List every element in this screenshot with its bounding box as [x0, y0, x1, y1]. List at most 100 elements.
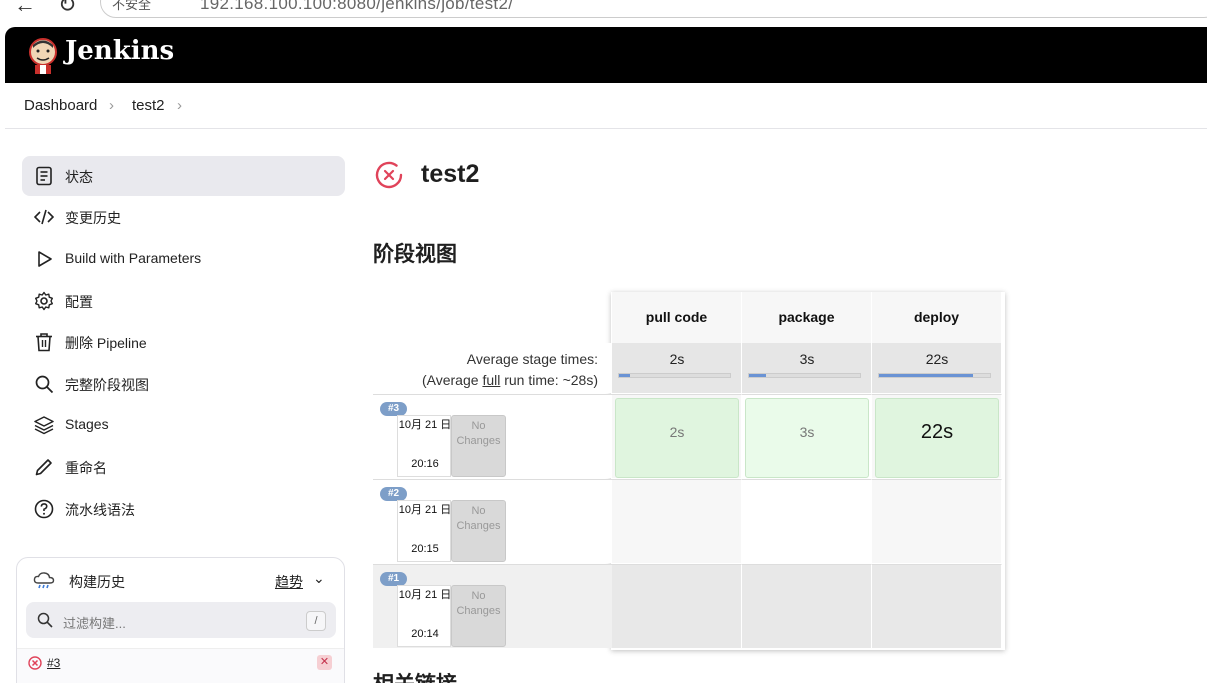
no-changes-box: No Changes [451, 585, 506, 647]
avg-stage-cell: 3s [742, 343, 872, 393]
browser-toolbar: ← ↻ 不安全 192.168.100.100:8080/jenkins/job… [0, 0, 1207, 27]
back-arrow-icon[interactable]: ← [14, 0, 36, 18]
breadcrumb-dashboard[interactable]: Dashboard [24, 97, 97, 114]
sidebar-item-label: 删除 Pipeline [65, 335, 147, 351]
avg-stage-cell: 22s [872, 343, 1002, 393]
build-badge[interactable]: #1 [380, 572, 407, 586]
full-run-link[interactable]: full [482, 372, 500, 388]
filter-placeholder: 过滤构建... [63, 616, 126, 631]
search-icon [37, 612, 53, 628]
avg-progress-track [878, 373, 991, 378]
stage-cell[interactable] [872, 479, 1002, 563]
sidebar-item-changes[interactable]: 变更历史 [22, 197, 345, 237]
build-history-panel: 构建历史 趋势 ⌄ 过滤构建... / #3 ✕ [16, 557, 345, 683]
stage-cell[interactable] [742, 564, 872, 648]
no-changes-box: No Changes [451, 415, 506, 477]
stage-cell[interactable]: 3s [742, 394, 872, 478]
stage-duration[interactable]: 2s [615, 398, 739, 478]
run-row: #2 10月 21 日 20:15 No Changes [373, 479, 612, 563]
related-links-heading: 相关链接 [373, 668, 457, 683]
build-badge[interactable]: #3 [380, 402, 407, 416]
sidebar-item-label: 重命名 [65, 460, 107, 476]
sidebar-item-label: 状态 [65, 169, 93, 185]
stage-duration[interactable]: 3s [745, 398, 869, 478]
trend-link[interactable]: 趋势 [275, 572, 303, 592]
stage-duration[interactable]: 22s [875, 398, 999, 478]
run-row: #1 10月 21 日 20:14 No Changes [373, 564, 612, 648]
help-icon [34, 499, 54, 519]
build-filter-input[interactable]: 过滤构建... / [26, 602, 336, 638]
build-number-link[interactable]: #3 [47, 656, 60, 670]
trash-icon [36, 333, 52, 352]
build-badge[interactable]: #2 [380, 487, 407, 501]
sidebar-item-build-with-parameters[interactable]: Build with Parameters [22, 239, 345, 279]
avg-stage-time: 22s [925, 351, 949, 367]
sidebar-item-stages[interactable]: Stages [22, 405, 345, 445]
brand-name[interactable]: Jenkins [65, 36, 174, 66]
chevron-down-icon[interactable]: ⌄ [313, 570, 325, 587]
layers-icon [34, 416, 54, 435]
play-icon [38, 251, 52, 267]
stage-view-table: pull code package deploy Average stage t… [373, 292, 1005, 650]
stage-header-deploy: deploy [872, 292, 1002, 343]
stage-cell[interactable] [742, 479, 872, 563]
sidebar-item-configure[interactable]: 配置 [22, 281, 345, 321]
avg-stage-time: 2s [669, 351, 685, 367]
keyboard-shortcut-hint: / [306, 611, 326, 631]
pencil-icon [35, 459, 52, 476]
sidebar-item-status[interactable]: 状态 [22, 156, 345, 196]
stage-header-package: package [742, 292, 872, 343]
run-row: #3 10月 21 日 20:16 No Changes [373, 394, 612, 478]
sidebar-item-label: 流水线语法 [65, 502, 135, 518]
stage-view-heading: 阶段视图 [373, 243, 457, 266]
avg-stage-cell: 2s [612, 343, 742, 393]
page-title: test2 [421, 160, 480, 188]
stage-cell[interactable] [612, 479, 742, 563]
run-date-text: 10月 21 日 [398, 589, 452, 601]
build-history-title: 构建历史 [69, 574, 125, 590]
jenkins-header: Jenkins [5, 27, 1207, 83]
average-run-time-text: (Average full run time: ~28s) [422, 372, 598, 388]
avg-progress-track [618, 373, 731, 378]
chevron-right-icon: › [109, 97, 114, 114]
sidebar-item-label: 变更历史 [65, 210, 121, 226]
failed-status-icon [375, 161, 403, 189]
run-date-text: 10月 21 日 [398, 504, 452, 516]
stage-header-pull-code: pull code [612, 292, 742, 343]
breadcrumb-job[interactable]: test2 [132, 97, 165, 114]
url-text[interactable]: 192.168.100.100:8080/jenkins/job/test2/ [200, 0, 513, 14]
avg-progress-track [748, 373, 861, 378]
build-history-row[interactable]: #3 ✕ [17, 648, 344, 683]
code-icon [34, 209, 54, 225]
failed-status-icon [28, 656, 42, 670]
sidebar-item-label: 完整阶段视图 [65, 377, 149, 393]
stage-cell[interactable]: 22s [872, 394, 1002, 478]
average-times-label: Average stage times: (Average full run t… [373, 343, 612, 393]
stage-cell[interactable] [872, 564, 1002, 648]
no-changes-box: No Changes [451, 500, 506, 562]
average-stage-times-text: Average stage times: [466, 351, 598, 367]
stage-cell[interactable]: 2s [612, 394, 742, 478]
sidebar-item-label: Stages [65, 416, 109, 432]
status-icon [36, 166, 52, 186]
reload-icon[interactable]: ↻ [58, 0, 76, 18]
close-icon[interactable]: ✕ [317, 655, 332, 670]
run-time-text: 20:15 [411, 543, 439, 555]
sidebar-item-label: Build with Parameters [65, 250, 202, 266]
sidebar-item-rename[interactable]: 重命名 [22, 447, 345, 487]
run-date-text: 10月 21 日 [398, 419, 452, 431]
security-label[interactable]: 不安全 [112, 0, 151, 13]
sidebar-item-full-stage-view[interactable]: 完整阶段视图 [22, 364, 345, 404]
run-date: 10月 21 日 20:16 [397, 415, 451, 477]
sidebar-item-delete-pipeline[interactable]: 删除 Pipeline [22, 322, 345, 362]
sidebar-item-label: 配置 [65, 294, 93, 310]
chevron-right-icon[interactable]: › [177, 97, 182, 114]
search-icon [35, 375, 54, 394]
jenkins-logo-icon[interactable] [25, 36, 61, 74]
stage-cell[interactable] [612, 564, 742, 648]
run-time-text: 20:16 [411, 458, 439, 470]
sidebar-item-pipeline-syntax[interactable]: 流水线语法 [22, 489, 345, 529]
avg-stage-time: 3s [799, 351, 815, 367]
gear-icon [35, 291, 53, 311]
avg-run-suffix: run time: ~28s) [500, 372, 598, 388]
